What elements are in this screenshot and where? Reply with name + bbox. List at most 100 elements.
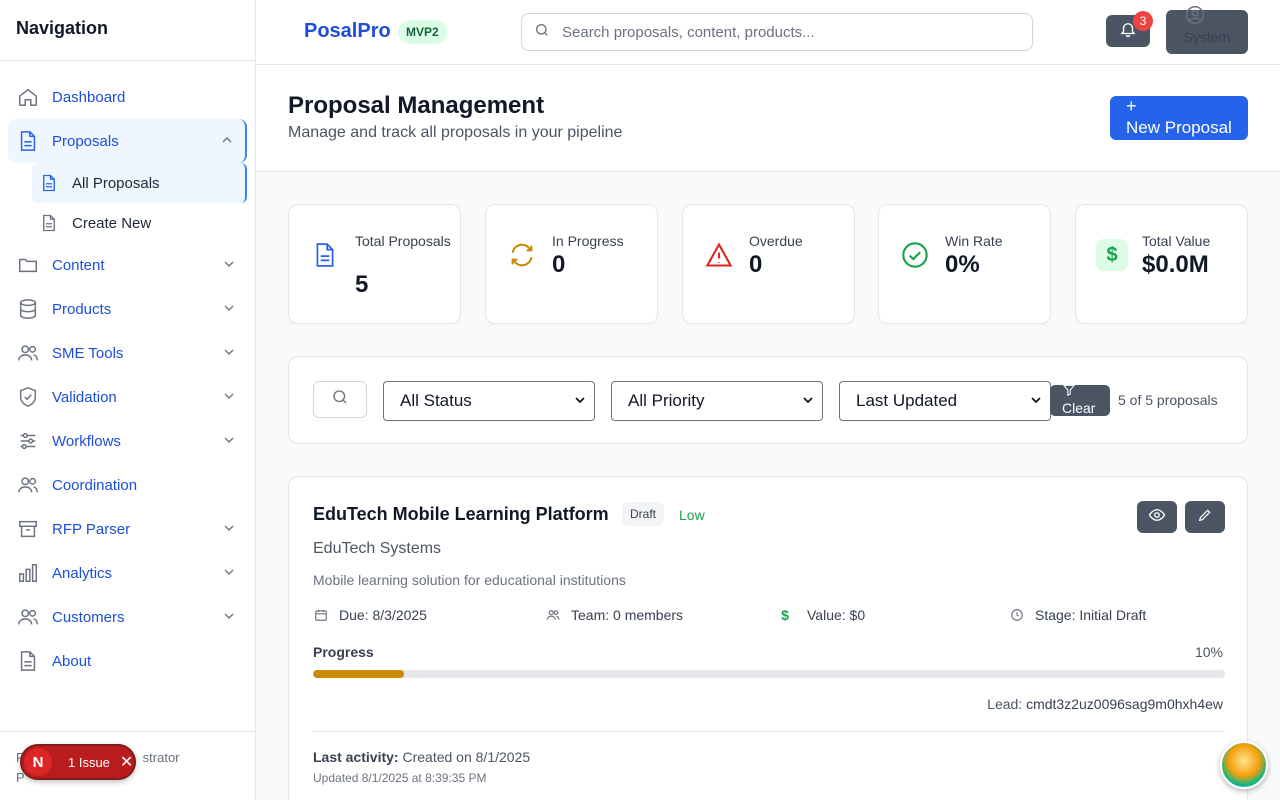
progress-bar	[313, 670, 1225, 678]
global-search-input[interactable]: Search proposals, content, products...	[521, 13, 1033, 51]
client-name: EduTech Systems	[313, 540, 442, 557]
sidebar-item-dashboard[interactable]: Dashboard	[8, 75, 247, 119]
stat-value: 0	[749, 251, 763, 278]
sidebar-item-label: Proposals	[52, 132, 119, 150]
search-icon	[534, 22, 550, 43]
sidebar-item-coordination[interactable]: Coordination	[8, 463, 247, 507]
sidebar-item-label: Workflows	[52, 432, 121, 450]
lead-id: cmdt3z2uz0096sag9m0hxh4ew	[1026, 696, 1223, 712]
sidebar-item-rfp-parser[interactable]: RFP Parser	[8, 507, 247, 551]
document-icon	[309, 239, 341, 271]
issue-count-label: 1 Issue	[68, 754, 110, 770]
calendar-icon	[313, 607, 329, 623]
chevron-up-icon	[221, 133, 233, 150]
sidebar-item-workflows[interactable]: Workflows	[8, 419, 247, 463]
sidebar-title: Navigation	[0, 0, 255, 61]
database-icon	[16, 297, 40, 321]
sidebar-subitem-label: Create New	[72, 214, 152, 232]
sidebar-item-products[interactable]: Products	[8, 287, 247, 331]
chevron-down-icon	[223, 565, 235, 582]
status-select[interactable]: All Status	[383, 381, 595, 421]
sidebar-item-analytics[interactable]: Analytics	[8, 551, 247, 595]
sidebar-item-label: Validation	[52, 388, 117, 406]
sidebar-item-label: Coordination	[52, 476, 138, 494]
users-icon	[545, 607, 561, 623]
new-proposal-button[interactable]: + New Proposal	[1110, 96, 1248, 140]
priority-select[interactable]: All Priority	[611, 381, 823, 421]
notification-count-badge: 3	[1133, 11, 1153, 31]
issue-indicator[interactable]: N 1 Issue ✕	[20, 744, 136, 780]
sort-select[interactable]: Last Updated	[839, 381, 1051, 421]
brand-logo[interactable]: PosalPro	[304, 20, 391, 43]
pencil-icon	[1197, 507, 1213, 528]
sidebar-item-customers[interactable]: Customers	[8, 595, 247, 639]
footer-role: strator	[142, 750, 180, 765]
proposal-value: $ Value: $0	[777, 607, 865, 623]
chevron-down-icon	[1030, 382, 1042, 420]
clear-filters-button[interactable]: Clear	[1050, 384, 1110, 416]
progress-fill	[313, 670, 405, 678]
folder-icon	[16, 253, 40, 277]
stat-label: Overdue	[749, 233, 803, 249]
last-activity-value: Created on 8/1/2025	[402, 749, 531, 765]
stat-label: Win Rate	[945, 233, 1003, 249]
sidebar-item-label: Content	[52, 256, 105, 274]
stat-overdue: Overdue 0	[682, 204, 855, 324]
new-proposal-label: New Proposal	[1126, 118, 1232, 137]
sidebar-item-label: Dashboard	[52, 88, 126, 106]
proposal-title[interactable]: EduTech Mobile Learning Platform	[313, 504, 609, 525]
warning-icon	[703, 239, 735, 271]
users-icon	[16, 473, 40, 497]
sidebar-item-label: Customers	[52, 608, 125, 626]
filter-search-input[interactable]	[313, 381, 367, 418]
sidebar-item-about[interactable]: About	[8, 639, 247, 683]
assistant-avatar[interactable]	[1220, 741, 1268, 789]
sidebar: Navigation Dashboard Proposals All Propo…	[0, 0, 256, 800]
stat-value: $0.0M	[1142, 251, 1209, 278]
team-size-text: Team: 0 members	[571, 607, 684, 623]
page-title: Proposal Management	[288, 92, 545, 119]
sidebar-item-label: SME Tools	[52, 344, 124, 362]
sidebar-subitem-label: All Proposals	[72, 174, 160, 192]
stat-value: 5	[355, 271, 369, 298]
chevron-down-icon	[223, 433, 235, 450]
sliders-icon	[16, 429, 40, 453]
status-select-value: All Status	[400, 391, 472, 410]
edit-button[interactable]	[1185, 501, 1225, 533]
stat-in-progress: In Progress 0	[485, 204, 658, 324]
dollar-icon: $	[781, 607, 789, 623]
version-badge: MVP2	[398, 20, 447, 44]
issue-avatar: N	[24, 748, 52, 776]
filter-bar: All Status All Priority Last Updated Cle…	[288, 356, 1248, 444]
sidebar-nav: Dashboard Proposals All Proposals Create…	[0, 61, 255, 683]
sort-select-value: Last Updated	[856, 391, 958, 410]
user-menu-button[interactable]: System	[1166, 6, 1248, 54]
sidebar-subitem-all-proposals[interactable]: All Proposals	[32, 163, 247, 203]
lead-info: Lead: cmdt3z2uz0096sag9m0hxh4ew	[987, 696, 1223, 712]
sidebar-item-label: Analytics	[52, 564, 113, 582]
card-divider	[313, 731, 1225, 732]
view-button[interactable]	[1137, 501, 1177, 533]
close-icon[interactable]: ✕	[120, 752, 133, 772]
archive-icon	[16, 517, 40, 541]
status-badge: Draft	[622, 502, 665, 526]
stat-value: 0%	[945, 251, 980, 278]
sidebar-item-content[interactable]: Content	[8, 243, 247, 287]
sidebar-item-validation[interactable]: Validation	[8, 375, 247, 419]
users-icon	[16, 341, 40, 365]
results-count: 5 of 5 proposals	[1118, 392, 1218, 408]
sidebar-item-proposals[interactable]: Proposals	[8, 119, 247, 163]
chevron-down-icon	[223, 389, 235, 406]
sidebar-subitem-create-new[interactable]: Create New	[32, 203, 247, 243]
proposal-card[interactable]: EduTech Mobile Learning Platform Draft L…	[288, 476, 1248, 800]
chevron-down-icon	[223, 257, 235, 274]
search-placeholder: Search proposals, content, products...	[562, 23, 815, 41]
proposal-stage-text: Stage: Initial Draft	[1035, 607, 1147, 623]
top-bar: PosalPro MVP2 Search proposals, content,…	[256, 0, 1280, 65]
user-menu-label: System	[1183, 29, 1231, 45]
sidebar-item-sme-tools[interactable]: SME Tools	[8, 331, 247, 375]
document-icon	[40, 174, 58, 192]
priority-select-value: All Priority	[628, 391, 705, 410]
search-icon	[331, 388, 349, 411]
stat-win-rate: Win Rate 0%	[878, 204, 1051, 324]
